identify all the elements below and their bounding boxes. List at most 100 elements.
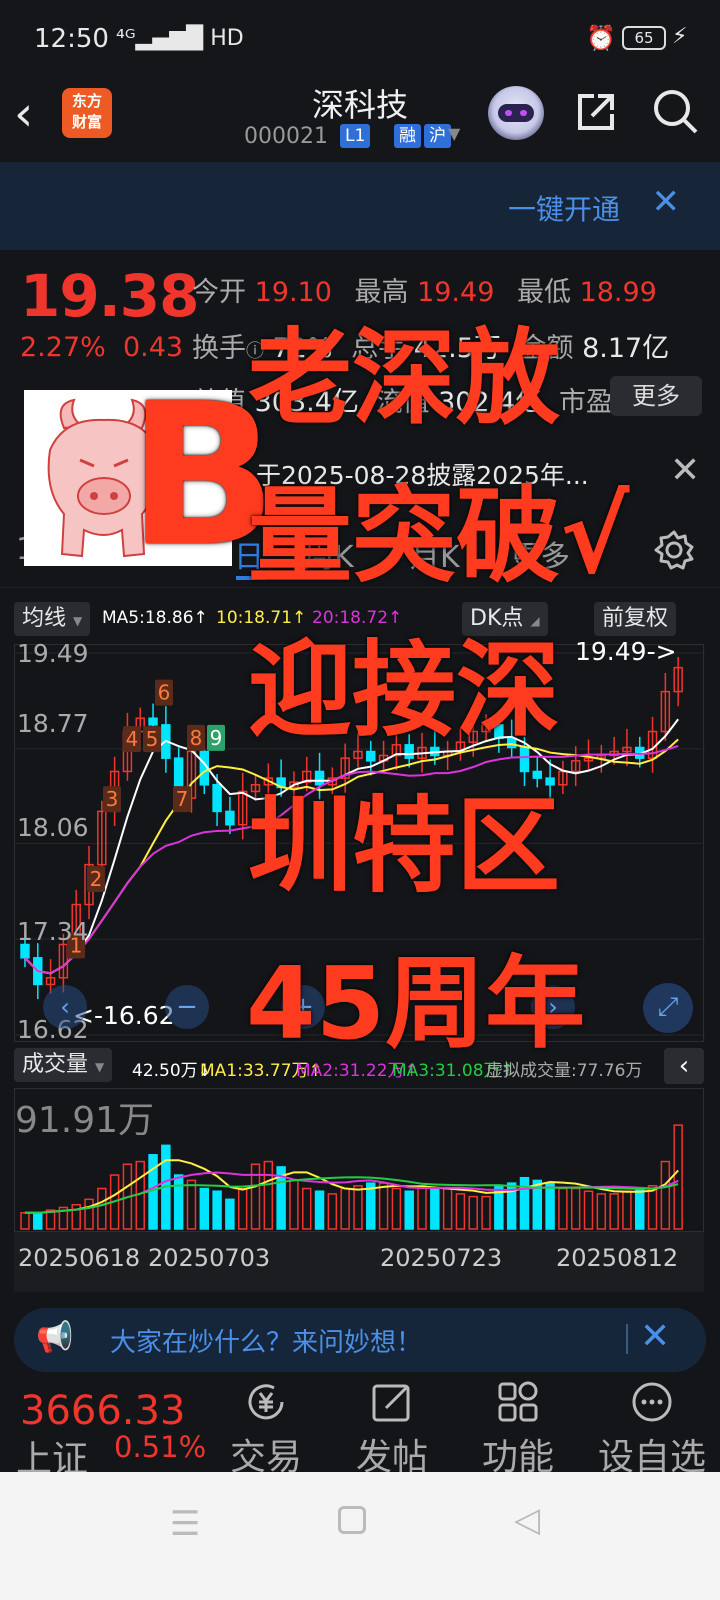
svg-text:8: 8 bbox=[190, 726, 203, 750]
dk-marker: 2 bbox=[87, 865, 105, 892]
more-dots-icon bbox=[632, 1382, 672, 1422]
volume-bar bbox=[186, 1179, 197, 1230]
dk-marker: 5 bbox=[143, 726, 161, 753]
ai-robot-icon[interactable] bbox=[488, 86, 544, 140]
volume-bar bbox=[263, 1160, 274, 1230]
ma5-value: MA5:18.86↑ bbox=[102, 608, 208, 628]
more-button[interactable]: 更多 bbox=[610, 376, 702, 416]
ma-select[interactable]: 均线 ▼ bbox=[14, 602, 91, 636]
battery-icon: 65 bbox=[622, 26, 666, 50]
nav-watchlist[interactable]: 设自选 bbox=[584, 1376, 720, 1480]
overlay-line-5: 45周年 bbox=[246, 945, 586, 1062]
system-nav-bar: ☰ ◁ bbox=[0, 1472, 720, 1600]
yen-cycle-icon bbox=[248, 1384, 284, 1420]
volume-bar bbox=[455, 1193, 466, 1230]
index-value[interactable]: 3666.33 bbox=[20, 1388, 185, 1434]
dk-marker: 4 bbox=[123, 726, 141, 753]
banner-text[interactable]: 一键开通 bbox=[508, 188, 620, 228]
volume-bar bbox=[583, 1190, 594, 1230]
stock-header: ‹ 东方 财富 深科技 000021 L1 融 沪 ▼ bbox=[0, 80, 720, 162]
volume-bar bbox=[199, 1187, 209, 1230]
nav-trade[interactable]: 交易 bbox=[206, 1376, 326, 1480]
nav-func[interactable]: 功能 bbox=[458, 1376, 578, 1480]
date-label: 20250703 bbox=[148, 1244, 271, 1272]
alarm-icon: ⏰ bbox=[586, 24, 616, 52]
volume-chart[interactable]: 91.91万 bbox=[14, 1088, 704, 1232]
amount-value: 8.17亿 bbox=[582, 333, 670, 364]
volume-bar bbox=[212, 1190, 222, 1230]
fullscreen-icon[interactable]: ⤢ bbox=[643, 983, 693, 1033]
volume-bar bbox=[353, 1185, 363, 1230]
gear-icon[interactable] bbox=[652, 528, 696, 572]
low-label: 最低 bbox=[516, 277, 571, 308]
volume-bar bbox=[340, 1187, 350, 1230]
ask-ai-bar[interactable]: 📢 大家在炒什么？来问妙想！ ✕ bbox=[14, 1308, 706, 1372]
promo-banner[interactable]: 一键开通 ✕ bbox=[0, 162, 720, 250]
turnover-label: 换手 bbox=[192, 333, 246, 364]
nav-post[interactable]: 发帖 bbox=[332, 1376, 452, 1480]
ma20-value: 20:18.72↑ bbox=[312, 608, 403, 628]
svg-text:4: 4 bbox=[126, 727, 139, 751]
volume-bar bbox=[33, 1212, 43, 1230]
candle-body bbox=[519, 746, 530, 773]
svg-text:2: 2 bbox=[90, 867, 103, 891]
volume-bar bbox=[173, 1174, 184, 1230]
signal-icon: ⁴ᴳ▂▄▆█ HD bbox=[116, 26, 244, 51]
high-price-tag: 19.49-> bbox=[575, 637, 677, 666]
close-icon[interactable]: ✕ bbox=[652, 182, 681, 222]
home-icon[interactable] bbox=[338, 1506, 366, 1534]
date-label: 20250618 bbox=[18, 1244, 141, 1272]
pe-label: 市盈 bbox=[558, 387, 613, 418]
high-value: 19.49 bbox=[417, 277, 495, 308]
close-icon[interactable]: ✕ bbox=[640, 1316, 670, 1357]
adjust-select[interactable]: 前复权 bbox=[594, 602, 677, 636]
dk-marker: 9 bbox=[207, 724, 225, 751]
volume-bar bbox=[519, 1176, 530, 1230]
charging-icon: ⚡ bbox=[672, 24, 688, 49]
overlay-line-3: 迎接深 bbox=[248, 629, 561, 751]
last-price: 19.38 bbox=[20, 262, 199, 330]
y-label-2: 18.77 bbox=[17, 709, 89, 738]
low-price-tag: <-16.62 bbox=[73, 1001, 175, 1030]
volume-max-label: 91.91万 bbox=[15, 1100, 155, 1141]
high-label: 最高 bbox=[354, 277, 409, 308]
volume-bar bbox=[596, 1193, 607, 1230]
stock-code: 000021 bbox=[244, 124, 328, 149]
change-amount: 0.43 bbox=[122, 332, 184, 363]
quote-row-1: 今开 19.10 最高 19.49 最低 18.99 bbox=[192, 270, 657, 309]
svg-text:7: 7 bbox=[176, 787, 189, 811]
index-percent: 0.51% bbox=[114, 1430, 207, 1464]
zoom-out-button[interactable]: − bbox=[165, 985, 209, 1029]
volume-bar bbox=[225, 1198, 235, 1230]
ask-ai-text[interactable]: 大家在炒什么？来问妙想！ bbox=[110, 1322, 422, 1359]
volume-bar bbox=[635, 1187, 645, 1230]
logo-line1: 东方 bbox=[71, 92, 102, 110]
date-label: 20250723 bbox=[380, 1244, 503, 1272]
volume-select[interactable]: 成交量 ▼ bbox=[14, 1048, 113, 1082]
collapse-icon[interactable]: ‹ bbox=[664, 1048, 704, 1084]
y-label-4: 17.34 bbox=[17, 917, 89, 946]
menu-icon[interactable]: ☰ bbox=[170, 1504, 200, 1544]
svg-text:9: 9 bbox=[210, 726, 223, 750]
volume-bar bbox=[97, 1187, 107, 1230]
share-icon[interactable] bbox=[574, 90, 618, 134]
search-icon[interactable] bbox=[650, 86, 700, 136]
grid-icon bbox=[498, 1381, 538, 1422]
volume-bar bbox=[237, 1187, 248, 1230]
close-icon[interactable]: ✕ bbox=[670, 450, 700, 491]
price-change: 2.27% 0.43 bbox=[20, 332, 183, 363]
back-icon[interactable]: ‹ bbox=[14, 86, 33, 142]
low-value: 18.99 bbox=[579, 277, 657, 308]
dk-marker: 7 bbox=[173, 786, 191, 813]
volume-bar bbox=[391, 1187, 402, 1230]
margin-badge: 融 bbox=[394, 124, 421, 148]
app-logo[interactable]: 东方 财富 bbox=[62, 88, 112, 138]
volume-bar bbox=[20, 1212, 30, 1230]
open-value: 19.10 bbox=[254, 277, 332, 308]
volume-bar bbox=[660, 1160, 671, 1230]
back-nav-icon[interactable]: ◁ bbox=[514, 1500, 540, 1540]
scroll-left-button[interactable]: ‹ bbox=[43, 985, 87, 1029]
volume-bar bbox=[442, 1187, 453, 1230]
chevron-down-icon[interactable]: ▼ bbox=[448, 124, 460, 143]
overlay-line-4: 圳特区 bbox=[248, 785, 561, 907]
